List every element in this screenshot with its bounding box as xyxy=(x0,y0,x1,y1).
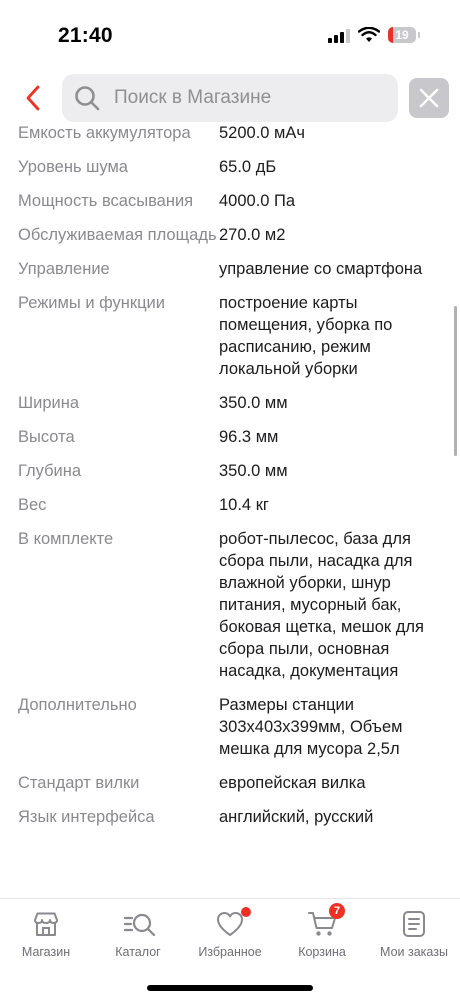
spec-label: Язык интерфейса xyxy=(18,808,155,826)
chevron-left-icon xyxy=(26,85,40,111)
cart-count-badge: 7 xyxy=(329,903,345,919)
spec-label: Уровень шума xyxy=(18,158,128,176)
cellular-signal-icon xyxy=(328,27,350,43)
spec-row: Язык интерфейса английский, русский xyxy=(0,806,460,828)
search-field[interactable] xyxy=(62,74,398,122)
spec-row: Вес 10.4 кг xyxy=(0,494,460,516)
tab-catalog[interactable]: Каталог xyxy=(92,899,184,959)
close-icon xyxy=(419,88,439,108)
spec-row: В комплекте робот-пылесос, база для сбора… xyxy=(0,528,460,682)
clear-search-button[interactable] xyxy=(409,78,449,118)
spec-label: Высота xyxy=(18,428,75,446)
spec-row: Глубина 350.0 мм xyxy=(0,460,460,482)
tab-label: Мои заказы xyxy=(380,945,448,959)
spec-value: 350.0 мм xyxy=(219,394,288,412)
wifi-icon xyxy=(358,27,380,42)
battery-level: 19 xyxy=(395,28,409,42)
spec-row: Уровень шума 65.0 дБ xyxy=(0,156,460,178)
status-time: 21:40 xyxy=(58,24,113,47)
spec-row: Режимы и функции построение карты помещен… xyxy=(0,292,460,380)
tab-label: Избранное xyxy=(198,945,262,959)
catalog-search-icon xyxy=(123,909,156,939)
tab-store[interactable]: Магазин xyxy=(0,899,92,959)
spec-label: Обслуживаемая площадь xyxy=(18,226,217,244)
tab-cart[interactable]: 7 Корзина xyxy=(276,899,368,959)
spec-row: Обслуживаемая площадь 270.0 м2 xyxy=(0,224,460,246)
spec-row: Ширина 350.0 мм xyxy=(0,392,460,414)
spec-value: 4000.0 Па xyxy=(219,192,296,210)
spec-label: Глубина xyxy=(18,462,82,480)
spec-label: Дополнительно xyxy=(18,696,137,714)
spec-row: Стандарт вилки европейская вилка xyxy=(0,772,460,794)
scrollbar[interactable] xyxy=(454,306,457,456)
battery-icon: 19 xyxy=(388,27,416,43)
spec-label: Вес xyxy=(18,496,47,514)
status-bar: 21:40 19 xyxy=(0,0,460,70)
search-icon xyxy=(73,84,101,112)
tab-label: Каталог xyxy=(115,945,161,959)
spec-label: В комплекте xyxy=(18,530,114,548)
spec-value: 96.3 мм xyxy=(219,428,279,446)
cart-icon: 7 xyxy=(307,903,345,939)
heart-icon xyxy=(215,907,251,939)
spec-value: европейская вилка xyxy=(219,774,366,792)
home-indicator xyxy=(147,985,313,991)
spec-label: Ширина xyxy=(18,394,80,412)
tab-my-orders[interactable]: Мои заказы xyxy=(368,899,460,959)
spec-row: Емкость аккумулятора 5200.0 мАч xyxy=(0,122,460,144)
spec-value: 65.0 дБ xyxy=(219,158,277,176)
spec-row: Управление управление со смартфона xyxy=(0,258,460,280)
spec-row: Высота 96.3 мм xyxy=(0,426,460,448)
spec-label: Стандарт вилки xyxy=(18,774,140,792)
tab-favorites[interactable]: Избранное xyxy=(184,899,276,959)
spec-value: 5200.0 мАч xyxy=(219,124,305,142)
spec-row: Дополнительно Размеры станции 303х403х399… xyxy=(0,694,460,760)
back-button[interactable] xyxy=(18,80,48,116)
spec-value: управление со смартфона xyxy=(219,260,423,278)
spec-value: робот-пылесос, база для сбора пыли, наса… xyxy=(219,530,424,680)
store-icon xyxy=(31,909,61,939)
spec-label: Режимы и функции xyxy=(18,294,165,312)
search-header xyxy=(0,70,460,126)
status-icons: 19 xyxy=(328,27,420,43)
spec-label: Мощность всасывания xyxy=(18,192,194,210)
orders-icon xyxy=(399,909,429,939)
spec-value: 10.4 кг xyxy=(219,496,269,514)
search-input[interactable] xyxy=(112,86,376,110)
spec-row: Мощность всасывания 4000.0 Па xyxy=(0,190,460,212)
spec-label: Емкость аккумулятора xyxy=(18,124,191,142)
tab-label: Корзина xyxy=(298,945,346,959)
spec-value: Размеры станции 303х403х399мм, Объем меш… xyxy=(219,696,403,758)
tab-label: Магазин xyxy=(21,945,71,959)
spec-value: построение карты помещения, уборка по ра… xyxy=(219,294,393,378)
notification-dot xyxy=(241,907,251,917)
spec-value: 350.0 мм xyxy=(219,462,288,480)
spec-value: английский, русский xyxy=(219,808,374,826)
spec-label: Управление xyxy=(18,260,110,278)
specifications-list: Емкость аккумулятора 5200.0 мАч Уровень шу… xyxy=(0,122,460,840)
spec-value: 270.0 м2 xyxy=(219,226,286,244)
